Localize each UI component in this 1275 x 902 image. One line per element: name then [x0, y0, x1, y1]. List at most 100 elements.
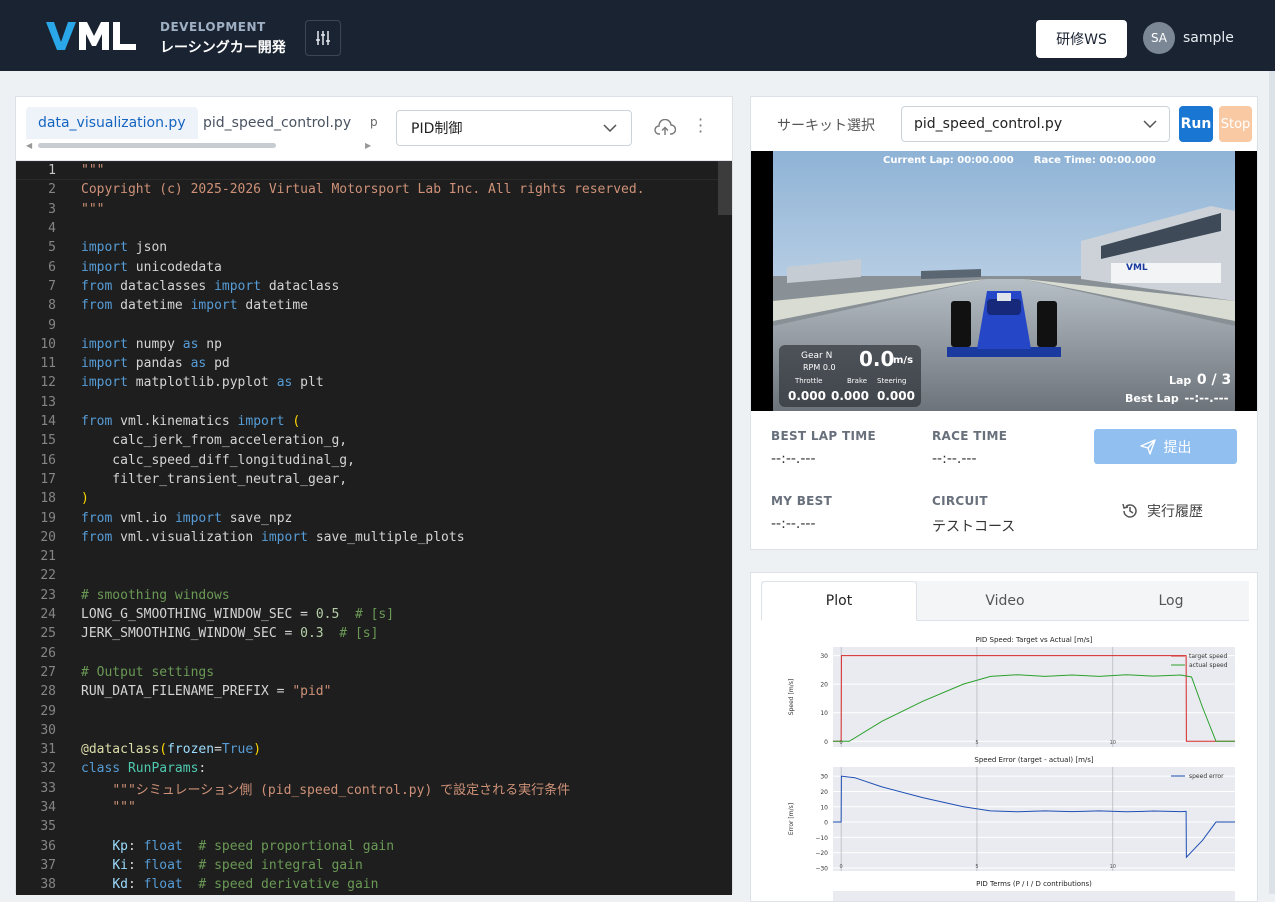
code-line[interactable]: 12 import matplotlib.pyplot as plt: [16, 373, 732, 392]
y-tick-label: 20: [820, 682, 828, 689]
code-line[interactable]: 27 # Output settings: [16, 663, 732, 682]
code-line[interactable]: 36 Kp: float # speed proportional gain: [16, 837, 732, 856]
code-line[interactable]: 37 Ki: float # speed integral gain: [16, 856, 732, 875]
best-lap-time-label: BEST LAP TIME: [771, 429, 876, 443]
plot-area: [833, 647, 1235, 747]
line-number: 24: [40, 607, 56, 623]
circuit-select-label: サーキット選択: [777, 118, 875, 134]
code-text: RUN_DATA_FILENAME_PREFIX = "pid": [81, 684, 332, 700]
race-video-view[interactable]: Current Lap: 00:00.000 Race Time: 00:00.…: [751, 151, 1257, 411]
code-line[interactable]: 22: [16, 566, 732, 585]
cloud-upload-icon[interactable]: [654, 119, 676, 137]
code-line[interactable]: 24 LONG_G_SMOOTHING_WINDOW_SEC = 0.5 # [s…: [16, 605, 732, 624]
code-line[interactable]: 5 import json: [16, 238, 732, 257]
code-line[interactable]: 8 from datetime import datetime: [16, 296, 732, 315]
code-line[interactable]: 14 from vml.kinematics import (: [16, 412, 732, 431]
legend-label: actual speed: [1189, 662, 1228, 669]
tab-log[interactable]: Log: [1093, 581, 1249, 621]
tab-overflow[interactable]: p: [370, 115, 378, 129]
code-line[interactable]: 23 # smoothing windows: [16, 586, 732, 605]
legend-label: target speed: [1189, 653, 1227, 660]
more-vertical-icon[interactable]: · · ·: [698, 112, 703, 140]
code-line[interactable]: 19 from vml.io import save_npz: [16, 508, 732, 527]
code-line[interactable]: 18): [16, 489, 732, 508]
hud-rpm: RPM 0.0: [803, 363, 836, 372]
code-line[interactable]: 1 """: [16, 161, 732, 180]
code-line[interactable]: 10 import numpy as np: [16, 335, 732, 354]
y-tick-label: 30: [820, 653, 828, 660]
chart-2: Speed Error (target - actual) [m/s] 30 20 1…: [788, 756, 1235, 872]
line-number: 15: [40, 433, 56, 449]
y-tick-label: 10: [820, 710, 828, 717]
tab-data-visualization[interactable]: data_visualization.py: [26, 107, 198, 139]
code-line[interactable]: 21: [16, 547, 732, 566]
x-tick-label: 5: [975, 740, 978, 746]
tab-scrollbar[interactable]: [38, 143, 276, 148]
tab-scroll-left-icon[interactable]: ◀: [26, 141, 32, 150]
tab-scroll-right-icon[interactable]: ▶: [365, 141, 371, 150]
run-button[interactable]: Run: [1179, 106, 1213, 142]
code-line[interactable]: 28 RUN_DATA_FILENAME_PREFIX = "pid": [16, 682, 732, 701]
tab-plot[interactable]: Plot: [761, 581, 917, 621]
stop-button[interactable]: Stop: [1219, 106, 1252, 142]
code-line[interactable]: 20 from vml.visualization import save_mul…: [16, 528, 732, 547]
code-area[interactable]: 1 """ 2 Copyright (c) 2025-2026 Virtual Mot…: [16, 161, 732, 895]
tab-video[interactable]: Video: [927, 581, 1083, 621]
line-number: 23: [40, 587, 56, 603]
race-time-label: RACE TIME: [932, 429, 1008, 443]
circuit-select[interactable]: pid_speed_control.py: [901, 106, 1170, 142]
code-text: # smoothing windows: [81, 587, 230, 603]
avatar[interactable]: SA: [1143, 22, 1175, 54]
line-number: 2: [48, 182, 56, 198]
code-line[interactable]: 7 from dataclasses import dataclass: [16, 277, 732, 296]
page-scrollbar[interactable]: [1269, 71, 1275, 894]
code-line[interactable]: 32 class RunParams:: [16, 759, 732, 778]
circuit-select-value: pid_speed_control.py: [914, 116, 1063, 132]
username[interactable]: sample: [1183, 30, 1234, 46]
mode-dropdown[interactable]: PID制御: [396, 110, 632, 146]
code-line[interactable]: 35: [16, 817, 732, 836]
line-number: 33: [40, 780, 56, 796]
x-tick-label: 10: [1110, 740, 1116, 746]
code-line[interactable]: 3 """: [16, 200, 732, 219]
code-line[interactable]: 30: [16, 721, 732, 740]
chart-title: Speed Error (target - actual) [m/s]: [974, 756, 1094, 764]
tab-pid-speed-control[interactable]: pid_speed_control.py: [191, 107, 363, 139]
line-number: 18: [40, 491, 56, 507]
circuit-label: CIRCUIT: [932, 494, 988, 508]
code-line[interactable]: 16 calc_speed_diff_longitudinal_g,: [16, 451, 732, 470]
settings-sliders-button[interactable]: [305, 20, 341, 56]
code-text: from vml.io import save_npz: [81, 510, 293, 526]
code-line[interactable]: 26: [16, 644, 732, 663]
code-line[interactable]: 6 import unicodedata: [16, 258, 732, 277]
workspace-button[interactable]: 研修WS: [1036, 20, 1127, 58]
code-line[interactable]: 31 @dataclass(frozen=True): [16, 740, 732, 759]
best-lap-time-value: --:--.---: [771, 451, 816, 467]
code-line[interactable]: 34 """: [16, 798, 732, 817]
code-line[interactable]: 29: [16, 701, 732, 720]
mode-dropdown-value: PID制御: [411, 121, 463, 137]
line-number: 4: [48, 221, 56, 237]
hud-best-lap-value: --:--.---: [1184, 391, 1229, 405]
line-number: 38: [40, 877, 56, 893]
run-history-button[interactable]: 実行履歴: [1121, 501, 1203, 521]
code-line[interactable]: 15 calc_jerk_from_acceleration_g,: [16, 431, 732, 450]
code-line[interactable]: 38 Kd: float # speed derivative gain: [16, 875, 732, 894]
hud-brake: 0.000: [831, 389, 869, 403]
track-banner: VML: [1126, 263, 1148, 273]
code-line[interactable]: 25 JERK_SMOOTHING_WINDOW_SEC = 0.3 # [s]: [16, 624, 732, 643]
code-line[interactable]: 11 import pandas as pd: [16, 354, 732, 373]
hud-steering: 0.000: [877, 389, 915, 403]
vml-logo[interactable]: [46, 18, 138, 54]
code-line[interactable]: 33 """シミュレーション側 (pid_speed_control.py) で…: [16, 779, 732, 798]
submit-button[interactable]: 提出: [1094, 429, 1237, 464]
my-best-value: --:--.---: [771, 516, 816, 532]
plot-area: [833, 767, 1235, 871]
code-line[interactable]: 2 Copyright (c) 2025-2026 Virtual Motorsp…: [16, 180, 732, 199]
hud-best-lap-label: Best Lap: [1125, 392, 1179, 405]
code-line[interactable]: 13: [16, 393, 732, 412]
code-line[interactable]: 17 filter_transient_neutral_gear,: [16, 470, 732, 489]
code-line[interactable]: 9: [16, 315, 732, 334]
code-line[interactable]: 4: [16, 219, 732, 238]
code-text: from datetime import datetime: [81, 298, 309, 314]
